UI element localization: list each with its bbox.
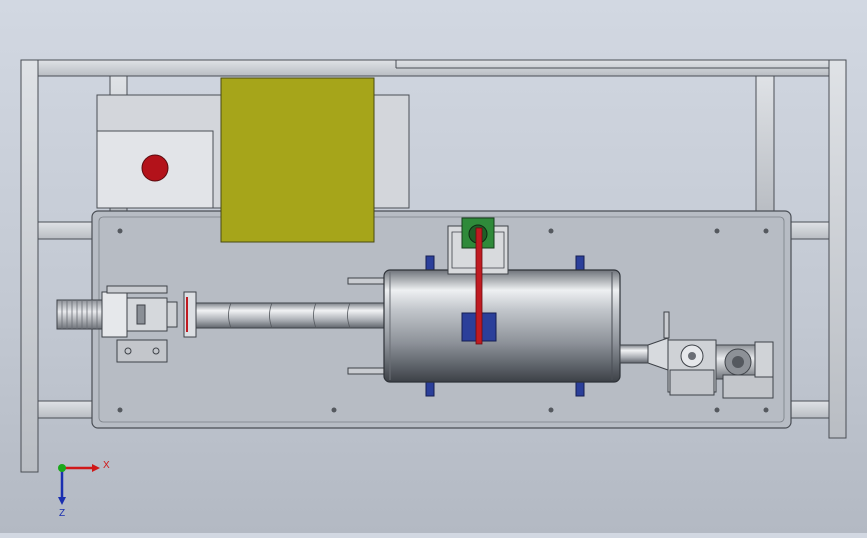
shaft-tube bbox=[195, 302, 387, 329]
drum bbox=[347, 255, 621, 397]
z-axis-label: Z bbox=[59, 508, 65, 519]
cad-model-view: X Z bbox=[20, 59, 847, 519]
y-axis-dot bbox=[58, 464, 66, 472]
coordinate-triad: X Z bbox=[58, 460, 110, 519]
cad-viewport[interactable]: X Z bbox=[0, 0, 867, 533]
x-axis-label: X bbox=[103, 460, 110, 471]
emergency-stop-button bbox=[141, 154, 169, 182]
yellow-cover bbox=[220, 77, 375, 243]
